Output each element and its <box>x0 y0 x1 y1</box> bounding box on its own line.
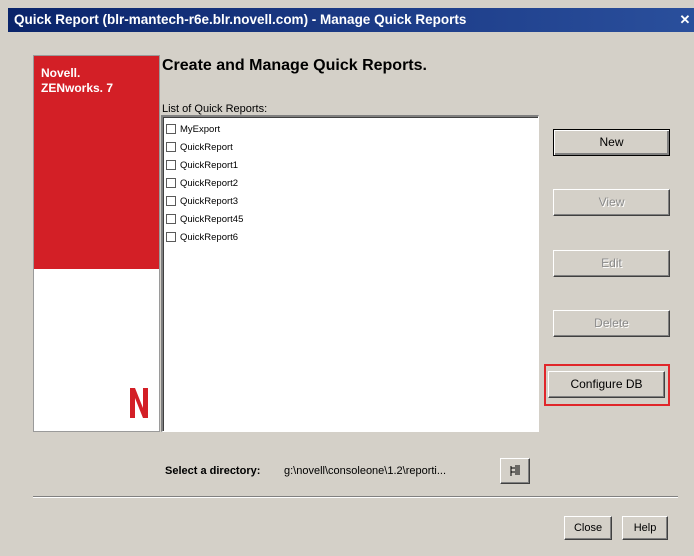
list-item[interactable]: MyExport <box>166 121 220 137</box>
novell-n-logo-icon <box>130 388 148 418</box>
checkbox[interactable] <box>166 232 176 242</box>
manage-quick-reports-dialog: Quick Report (blr-mantech-r6e.blr.novell… <box>0 0 694 556</box>
list-item-label: QuickReport1 <box>180 159 239 171</box>
list-label: List of Quick Reports: <box>162 103 268 115</box>
browse-directory-button[interactable] <box>500 458 530 484</box>
configure-db-highlight <box>544 364 670 406</box>
directory-label: Select a directory: <box>165 465 261 477</box>
title-bar[interactable]: Quick Report (blr-mantech-r6e.blr.novell… <box>8 8 694 32</box>
list-item-label: QuickReport6 <box>180 231 239 243</box>
close-button[interactable]: Close <box>564 516 612 540</box>
checkbox[interactable] <box>166 124 176 134</box>
help-button[interactable]: Help <box>622 516 668 540</box>
directory-path-field[interactable]: g:\novell\consoleone\1.2\reporti... <box>284 465 446 477</box>
list-item[interactable]: QuickReport6 <box>166 229 238 245</box>
folder-tree-icon <box>510 465 520 476</box>
list-item[interactable]: QuickReport <box>166 139 233 155</box>
separator <box>33 496 678 498</box>
close-window-icon[interactable]: ✕ <box>678 11 692 28</box>
list-item-label: QuickReport45 <box>180 213 244 225</box>
list-item[interactable]: QuickReport2 <box>166 175 238 191</box>
brand-novell-text: Novell. <box>41 66 81 80</box>
checkbox[interactable] <box>166 214 176 224</box>
checkbox[interactable] <box>166 178 176 188</box>
view-button[interactable]: View <box>553 189 670 216</box>
delete-button[interactable]: Delete <box>553 310 670 337</box>
window-title: Quick Report (blr-mantech-r6e.blr.novell… <box>14 12 467 27</box>
checkbox[interactable] <box>166 196 176 206</box>
brand-product-text: ZENworks. 7 <box>41 81 114 95</box>
list-item-label: MyExport <box>180 123 221 135</box>
list-item-label: QuickReport3 <box>180 195 239 207</box>
list-item-label: QuickReport <box>180 141 233 153</box>
quick-reports-list[interactable]: MyExport QuickReport QuickReport1 QuickR… <box>161 115 539 432</box>
brand-banner: Novell. ZENworks. 7 <box>34 56 159 269</box>
list-item[interactable]: QuickReport3 <box>166 193 238 209</box>
brand-panel: Novell. ZENworks. 7 <box>33 55 160 432</box>
list-item-label: QuickReport2 <box>180 177 239 189</box>
new-button[interactable]: New <box>553 129 670 156</box>
edit-button[interactable]: Edit <box>553 250 670 277</box>
checkbox[interactable] <box>166 160 176 170</box>
list-item[interactable]: QuickReport1 <box>166 157 238 173</box>
list-item[interactable]: QuickReport45 <box>166 211 243 227</box>
page-title: Create and Manage Quick Reports. <box>162 57 427 74</box>
checkbox[interactable] <box>166 142 176 152</box>
